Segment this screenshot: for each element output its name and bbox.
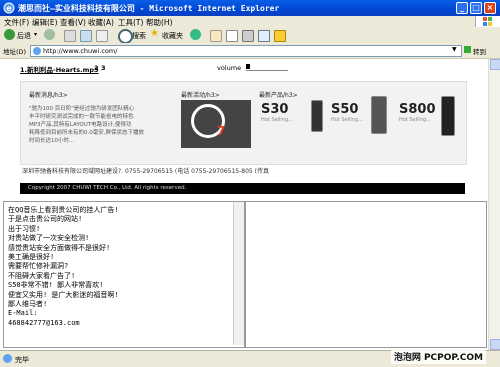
- events-heading: 最新活动/h3>: [181, 92, 220, 99]
- back-label[interactable]: 后退: [17, 31, 31, 41]
- window-title-bar: e 潮思而社—实业科技科技有限公司 - Microsoft Internet E…: [0, 0, 500, 16]
- message-line: 于是点击贵公司的网站!: [8, 215, 83, 224]
- internet-explorer-icon: e: [3, 2, 15, 14]
- message-line: 鄙人维马者!: [8, 300, 48, 309]
- promo-banner: 最新消息/h3> "驰为100 百日阶"是经过驰为研发团队精心 丰平时研究测试完…: [20, 81, 467, 165]
- favorites-star-icon[interactable]: ★: [150, 28, 159, 39]
- message-line: 出于习惯!: [8, 224, 41, 233]
- message-frame: 在QQ音乐上看到贵公司的挂人广告! 于是点击贵公司的网站! 出于习惯! 对贵站做…: [3, 201, 245, 348]
- site-watermark: 泡泡网 PCPOP.COM: [390, 349, 486, 364]
- forward-icon[interactable]: [44, 29, 55, 40]
- go-icon[interactable]: [464, 46, 471, 53]
- news-line: 时间长达10小时...: [29, 138, 75, 144]
- email-link[interactable]: 468842777@163.com: [8, 319, 119, 328]
- product-s50[interactable]: S50 Hot Selling...: [331, 102, 363, 123]
- copyright-bar: Copyright 2007 CHUWI TECH Co., Ltd. All …: [20, 183, 465, 194]
- go-button[interactable]: 转到: [473, 46, 486, 56]
- product-s800-image[interactable]: [441, 96, 455, 136]
- product-name: S30: [261, 102, 289, 117]
- toolbar: 后退 ▾ 搜索 ★ 收藏夹: [0, 27, 500, 44]
- favorites-label[interactable]: 收藏夹: [162, 31, 183, 41]
- message-line: 对贵站做了一次安全检测!: [8, 234, 90, 243]
- status-page-icon: [3, 354, 12, 363]
- volume-slider[interactable]: [246, 65, 288, 71]
- svg-text:e: e: [6, 4, 12, 13]
- music-player-bar: 1.新利利品-Hearts.mp3 2 3 volume: [20, 64, 460, 74]
- mail-icon[interactable]: [226, 30, 238, 42]
- product-sub: Hot Selling...: [331, 117, 363, 123]
- window-title: 潮思而社—实业科技科技有限公司 - Microsoft Internet Exp…: [18, 4, 280, 13]
- volume-knob[interactable]: [246, 64, 250, 69]
- news-line: 耗降低到目前所未有的0.0毫安,屏保状态下播放: [29, 130, 144, 136]
- address-dropdown-icon[interactable]: ▼: [452, 46, 457, 53]
- product-name: S50: [331, 102, 359, 117]
- q7-logo-mark: 7: [217, 124, 226, 138]
- page-scrollbar[interactable]: [488, 59, 500, 350]
- stop-icon[interactable]: [64, 30, 76, 42]
- product-s30-image[interactable]: [311, 100, 323, 132]
- address-bar: 地址(D) http://www.chuwi.com/ ▼ 转到 链接: [0, 43, 500, 59]
- scroll-up-arrow-icon[interactable]: [490, 59, 500, 70]
- edit-icon[interactable]: [258, 30, 270, 42]
- address-label: 地址(D): [3, 48, 27, 56]
- product-s50-image[interactable]: [371, 96, 387, 134]
- frame-scrollbar[interactable]: [233, 202, 244, 345]
- message-line: 需要帮忙修补漏洞?: [8, 262, 69, 271]
- message-line: 便宜又实用! 是广大影迷的福音啊!: [8, 290, 119, 299]
- folder-icon[interactable]: [274, 30, 286, 42]
- back-icon[interactable]: [4, 29, 15, 40]
- print-icon[interactable]: [242, 30, 254, 42]
- right-frame: [245, 201, 487, 348]
- track-link[interactable]: 1.新利利品-Hearts.mp3: [20, 64, 99, 74]
- scroll-down-arrow-icon[interactable]: [490, 339, 500, 350]
- news-line: MP3产品,其特有LAYOUT电路设计,使得功: [29, 122, 132, 128]
- message-line: 不阻碍大家看广告了!: [8, 271, 76, 280]
- minimize-button[interactable]: _: [456, 2, 468, 14]
- page-content: 1.新利利品-Hearts.mp3 2 3 volume 最新消息/h3> "驰…: [0, 59, 488, 350]
- track-page-3[interactable]: 3: [101, 64, 106, 72]
- volume-label: volume: [217, 64, 242, 72]
- products-heading: 最新产品/h3>: [259, 92, 298, 99]
- message-line: S50非常不错! 鄙人非常喜欢!: [8, 281, 104, 290]
- message-text: 在QQ音乐上看到贵公司的挂人广告! 于是点击贵公司的网站! 出于习惯! 对贵站做…: [8, 206, 119, 328]
- footer-contact: 深圳市驰备科技有限公司域网址建设?. 0755-29706515 (电话 075…: [22, 168, 269, 175]
- search-icon[interactable]: [118, 29, 133, 44]
- product-s800[interactable]: S800 Hot Selling...: [399, 102, 436, 123]
- home-icon[interactable]: [96, 30, 108, 42]
- close-button[interactable]: ×: [484, 2, 496, 14]
- search-label[interactable]: 搜索: [132, 31, 146, 41]
- product-name: S800: [399, 102, 436, 117]
- refresh-icon[interactable]: [80, 30, 92, 42]
- windows-flag-icon: [475, 16, 500, 27]
- news-line: "驰为100 百日阶"是经过驰为研发团队精心: [29, 106, 135, 112]
- product-s30[interactable]: S30 Hot Selling...: [261, 102, 293, 123]
- page-icon: [33, 47, 41, 55]
- back-dropdown-icon[interactable]: ▾: [34, 31, 37, 38]
- address-url: http://www.chuwi.com/: [43, 47, 118, 55]
- featured-product-image[interactable]: 7: [181, 100, 251, 148]
- product-sub: Hot Selling...: [261, 117, 293, 123]
- history-icon[interactable]: [210, 30, 222, 42]
- product-sub: Hot Selling...: [399, 117, 431, 123]
- message-line: E-Mail:: [8, 309, 38, 318]
- status-text: 完毕: [15, 356, 29, 364]
- message-line: 在QQ音乐上看到贵公司的挂人广告!: [8, 206, 119, 214]
- track-page-2[interactable]: 2: [94, 64, 99, 72]
- copyright-text: Copyright 2007 CHUWI TECH Co., Ltd. All …: [28, 185, 187, 191]
- news-column: 最新消息/h3> "驰为100 百日阶"是经过驰为研发团队精心 丰平时研究测试完…: [29, 90, 177, 145]
- address-input[interactable]: http://www.chuwi.com/: [30, 45, 462, 57]
- media-icon[interactable]: [190, 29, 201, 40]
- message-line: 感觉贵站安全方面做得不是很好!: [8, 243, 111, 252]
- maximize-button[interactable]: □: [470, 2, 482, 14]
- news-heading: 最新消息/h3>: [29, 92, 68, 99]
- news-line: 丰平时研究测试完成的一款节能省电的特色: [29, 114, 134, 120]
